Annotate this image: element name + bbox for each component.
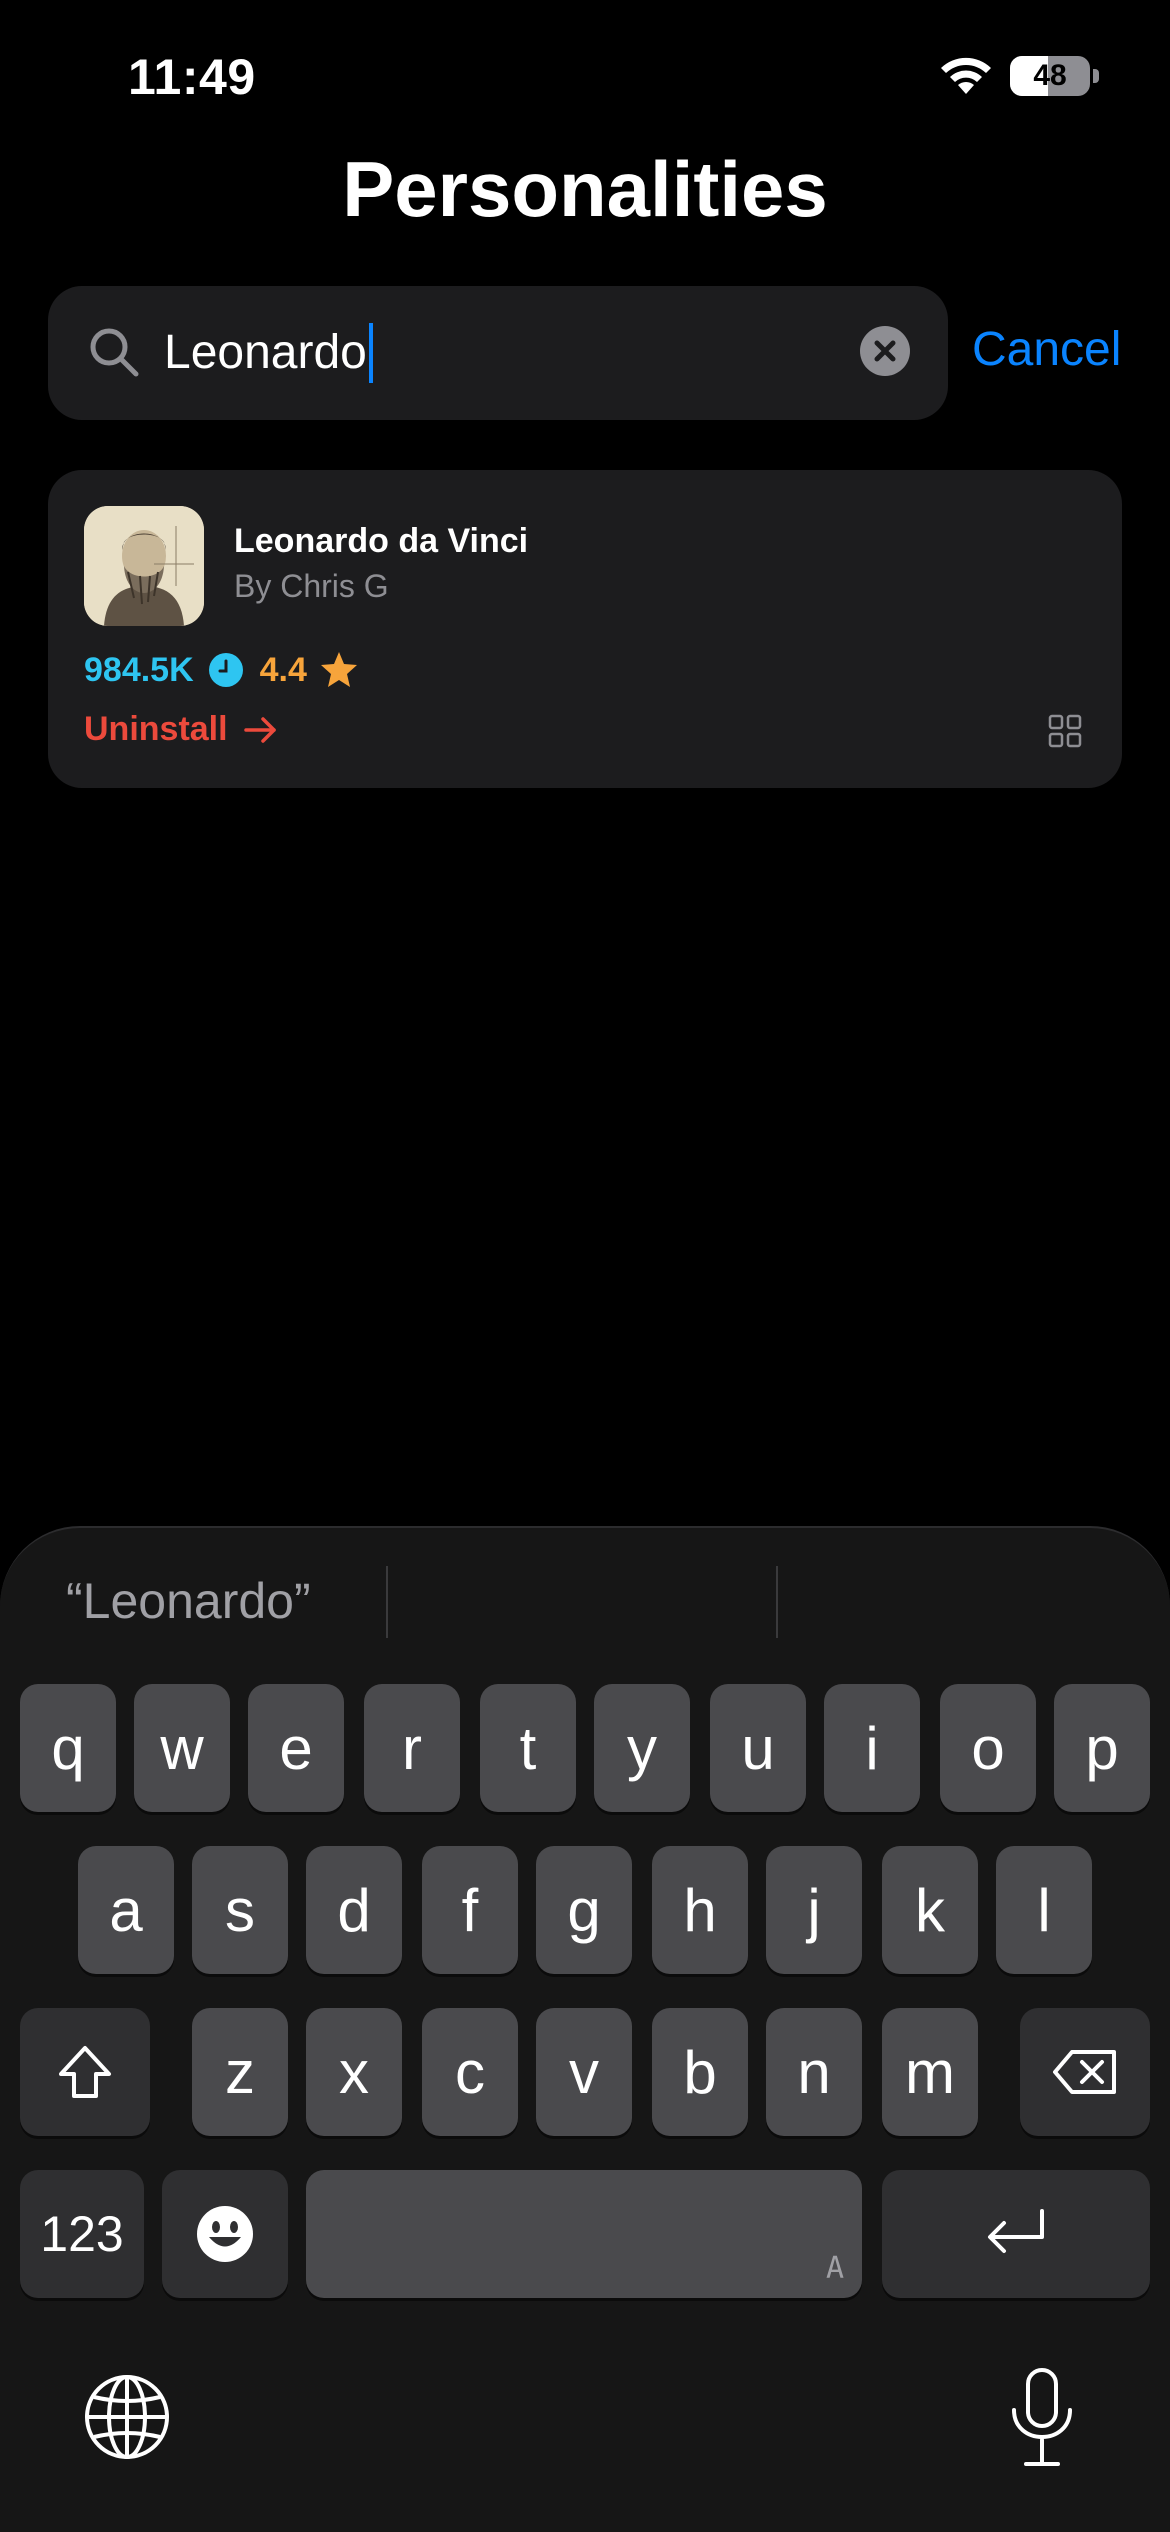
- key-s[interactable]: s: [192, 1846, 288, 1974]
- search-icon: [90, 328, 139, 377]
- key-m[interactable]: m: [882, 2008, 978, 2136]
- portrait-image: [84, 506, 204, 626]
- key-p[interactable]: p: [1054, 1684, 1150, 1812]
- key-l[interactable]: l: [996, 1846, 1092, 1974]
- key-q[interactable]: q: [20, 1684, 116, 1812]
- space-key[interactable]: A: [306, 2170, 862, 2298]
- key-d[interactable]: d: [306, 1846, 402, 1974]
- key-v[interactable]: v: [536, 2008, 632, 2136]
- space-language-mark: A: [825, 2251, 844, 2286]
- return-key[interactable]: [882, 2170, 1150, 2298]
- emoji-icon: [197, 2206, 253, 2262]
- key-r[interactable]: r: [364, 1684, 460, 1812]
- backspace-key[interactable]: [1020, 2008, 1150, 2136]
- return-icon: [988, 2209, 1044, 2253]
- search-field[interactable]: Leonardo: [48, 286, 948, 420]
- clock-icon: [208, 653, 243, 687]
- shift-icon: [59, 2046, 111, 2098]
- personality-author: By Chris G: [234, 568, 389, 604]
- key-y[interactable]: y: [594, 1684, 690, 1812]
- key-n[interactable]: n: [766, 2008, 862, 2136]
- shift-key[interactable]: [20, 2008, 150, 2136]
- microphone-icon[interactable]: [1004, 2366, 1080, 2470]
- key-k[interactable]: k: [882, 1846, 978, 1974]
- personality-card[interactable]: Leonardo da Vinci By Chris G 984.5K 4.4 …: [48, 470, 1122, 788]
- star-icon: [320, 652, 357, 687]
- key-j[interactable]: j: [766, 1846, 862, 1974]
- battery-indicator: 48: [1010, 56, 1099, 96]
- numbers-key[interactable]: 123: [20, 2170, 144, 2298]
- key-a[interactable]: a: [78, 1846, 174, 1974]
- uninstall-button[interactable]: Uninstall: [84, 710, 280, 749]
- grid-icon[interactable]: [1048, 714, 1082, 748]
- key-z[interactable]: z: [192, 2008, 288, 2136]
- suggestion-divider: [776, 1566, 778, 1638]
- key-g[interactable]: g: [536, 1846, 632, 1974]
- suggestion-divider: [386, 1566, 388, 1638]
- cancel-button[interactable]: Cancel: [972, 322, 1121, 377]
- key-w[interactable]: w: [134, 1684, 230, 1812]
- text-caret: [368, 323, 373, 383]
- backspace-icon: [1053, 2050, 1116, 2094]
- battery-level: 48: [1033, 59, 1067, 92]
- search-input[interactable]: Leonardo: [164, 322, 373, 384]
- stats-row: 984.5K 4.4: [84, 648, 359, 692]
- key-o[interactable]: o: [940, 1684, 1036, 1812]
- search-input-value: Leonardo: [164, 326, 367, 379]
- page-title: Personalities: [342, 145, 828, 233]
- avatar: [84, 506, 204, 626]
- key-u[interactable]: u: [710, 1684, 806, 1812]
- arrow-right-icon: [243, 716, 276, 743]
- keyboard: “Leonardo” q w e r t y u i o p a s d f g…: [0, 1526, 1170, 2532]
- clear-search-button[interactable]: [860, 326, 910, 376]
- key-b[interactable]: b: [652, 2008, 748, 2136]
- key-x[interactable]: x: [306, 2008, 402, 2136]
- suggestion-1[interactable]: “Leonardo”: [66, 1572, 311, 1630]
- key-c[interactable]: c: [422, 2008, 518, 2136]
- key-i[interactable]: i: [824, 1684, 920, 1812]
- clear-icon: [874, 340, 896, 362]
- key-h[interactable]: h: [652, 1846, 748, 1974]
- personality-name: Leonardo da Vinci: [234, 522, 529, 560]
- uninstall-label: Uninstall: [84, 710, 228, 748]
- status-time: 11:49: [128, 49, 256, 105]
- emoji-key[interactable]: [162, 2170, 288, 2298]
- globe-icon[interactable]: [82, 2372, 172, 2462]
- wifi-icon: [941, 57, 991, 94]
- usage-count: 984.5K: [84, 650, 194, 689]
- key-t[interactable]: t: [480, 1684, 576, 1812]
- key-f[interactable]: f: [422, 1846, 518, 1974]
- rating-value: 4.4: [259, 650, 307, 689]
- key-e[interactable]: e: [248, 1684, 344, 1812]
